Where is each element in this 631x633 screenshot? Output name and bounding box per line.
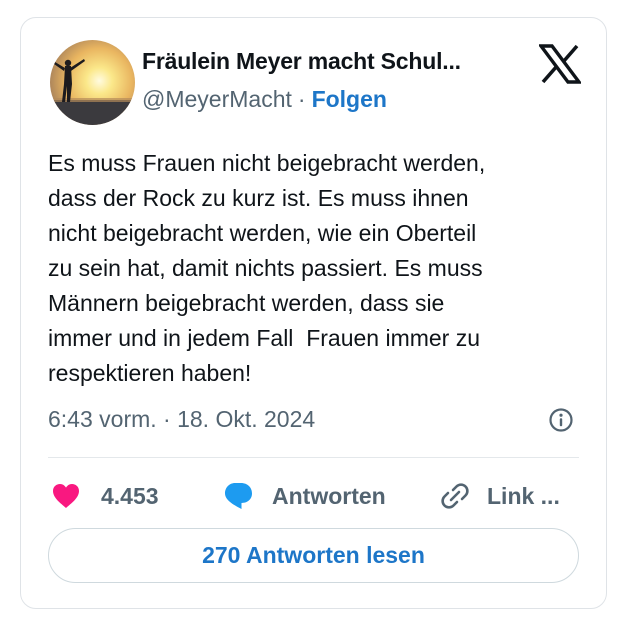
author-handle[interactable]: @MeyerMacht — [142, 86, 292, 112]
avatar-sunset-image — [50, 40, 135, 125]
read-replies-button[interactable]: 270 Antworten lesen — [48, 528, 579, 583]
tweet-text: Es muss Frauen nicht beigebracht werden,… — [48, 150, 486, 386]
like-count: 4.453 — [101, 482, 159, 509]
author-display-name[interactable]: Fräulein Meyer macht Schul... — [142, 48, 461, 75]
x-logo-icon[interactable] — [539, 44, 581, 84]
follow-button[interactable]: Folgen — [312, 86, 387, 112]
avatar[interactable] — [50, 40, 135, 125]
tweet-card: Fräulein Meyer macht Schul... @MeyerMach… — [20, 17, 607, 609]
divider — [48, 457, 579, 458]
info-icon[interactable] — [548, 407, 574, 433]
like-button[interactable]: 4.453 — [51, 478, 159, 514]
speech-bubble-icon — [225, 483, 252, 509]
reply-label: Antworten — [272, 482, 386, 509]
heart-icon — [53, 484, 79, 508]
separator-dot: · — [297, 86, 306, 112]
link-icon — [441, 483, 469, 509]
link-label: Link ... — [487, 482, 560, 509]
author-handle-row: @MeyerMacht · Folgen — [142, 86, 387, 113]
reply-button[interactable]: Antworten — [222, 478, 386, 514]
tweet-timestamp[interactable]: 6:43 vorm. · 18. Okt. 2024 — [48, 406, 315, 433]
copy-link-button[interactable]: Link ... — [439, 478, 560, 514]
